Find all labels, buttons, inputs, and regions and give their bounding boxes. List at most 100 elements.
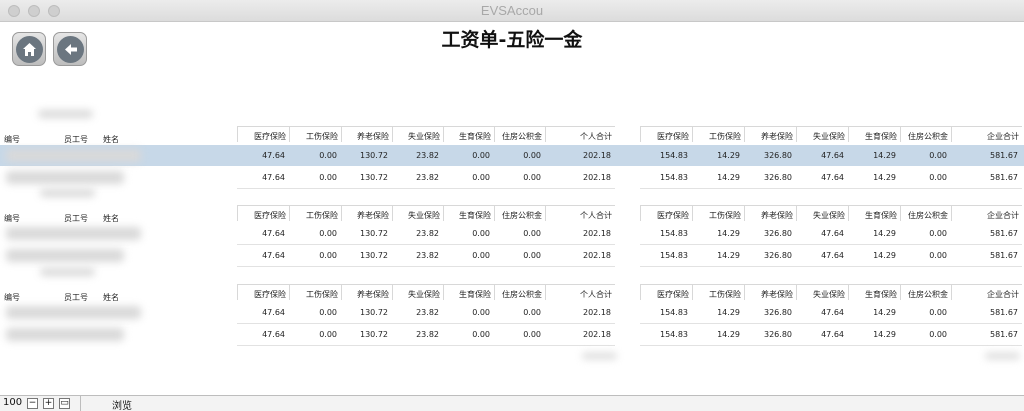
company-value: 14.29 <box>873 308 896 317</box>
row-separator <box>640 188 1022 189</box>
company-value: 14.29 <box>717 173 740 182</box>
table-row[interactable]: 47.64 0.00 130.72 23.82 0.00 0.00 202.18 154.83… <box>0 324 1024 345</box>
row-separator <box>640 345 1022 346</box>
personal-col-header: 养老保险 <box>341 284 392 300</box>
company-col-header: 住房公积金 <box>900 284 951 300</box>
personal-value: 202.18 <box>583 251 611 260</box>
title-bar: EVSAccou <box>0 0 1024 22</box>
company-value: 14.29 <box>717 308 740 317</box>
company-col-header: 养老保险 <box>744 126 796 142</box>
personal-value: 202.18 <box>583 308 611 317</box>
personal-col-header: 工伤保险 <box>289 284 341 300</box>
personal-col-header: 失业保险 <box>392 126 443 142</box>
company-value: 154.83 <box>660 229 688 238</box>
blurred-group-label <box>40 189 95 197</box>
company-value: 581.67 <box>990 151 1018 160</box>
company-value: 0.00 <box>929 251 947 260</box>
personal-value: 202.18 <box>583 173 611 182</box>
personal-value: 130.72 <box>360 173 388 182</box>
toggle-toolbar-button[interactable]: ▭ <box>59 398 70 409</box>
personal-value: 0.00 <box>472 330 490 339</box>
company-col-header: 失业保险 <box>796 284 848 300</box>
personal-value: 130.72 <box>360 251 388 260</box>
company-col-header: 生育保险 <box>848 205 900 221</box>
personal-col-header: 住房公积金 <box>494 126 545 142</box>
personal-value: 0.00 <box>523 330 541 339</box>
personal-value: 202.18 <box>583 330 611 339</box>
company-value: 581.67 <box>990 173 1018 182</box>
mode-label: 浏览 <box>112 401 132 411</box>
personal-value: 130.72 <box>360 229 388 238</box>
company-value: 326.80 <box>764 229 792 238</box>
company-value: 0.00 <box>929 151 947 160</box>
company-value: 0.00 <box>929 330 947 339</box>
company-col-header: 医疗保险 <box>640 205 692 221</box>
personal-col-header: 医疗保险 <box>237 205 289 221</box>
row-separator <box>237 266 615 267</box>
personal-value: 47.64 <box>262 229 285 238</box>
zoom-in-button[interactable]: + <box>43 398 54 409</box>
company-value: 47.64 <box>821 251 844 260</box>
company-value: 0.00 <box>929 229 947 238</box>
company-col-header: 企业合计 <box>951 126 1022 142</box>
personal-col-header: 医疗保险 <box>237 284 289 300</box>
personal-col-header: 住房公积金 <box>494 284 545 300</box>
personal-value: 202.18 <box>583 229 611 238</box>
personal-value: 23.82 <box>416 308 439 317</box>
blurred-employee-info <box>6 171 124 184</box>
header-employee-id: 员工号 <box>64 135 88 144</box>
zoom-out-button[interactable]: − <box>27 398 38 409</box>
personal-col-header: 养老保险 <box>341 126 392 142</box>
page-title: 工资单-五险一金 <box>441 29 583 51</box>
table-row[interactable]: 47.64 0.00 130.72 23.82 0.00 0.00 202.18 154.83… <box>0 145 1024 166</box>
personal-value: 0.00 <box>319 151 337 160</box>
company-col-header: 工伤保险 <box>692 205 744 221</box>
company-value: 0.00 <box>929 173 947 182</box>
personal-value: 130.72 <box>360 151 388 160</box>
company-col-header: 养老保险 <box>744 284 796 300</box>
table-row[interactable]: 47.64 0.00 130.72 23.82 0.00 0.00 202.18 154.83… <box>0 223 1024 244</box>
company-value: 581.67 <box>990 330 1018 339</box>
company-value: 14.29 <box>717 151 740 160</box>
status-divider <box>80 396 81 411</box>
zoom-level: 100 <box>3 397 23 408</box>
blurred-employee-info <box>6 227 141 240</box>
company-value: 14.29 <box>873 173 896 182</box>
personal-value: 202.18 <box>583 151 611 160</box>
personal-value: 47.64 <box>262 173 285 182</box>
table-row[interactable]: 47.64 0.00 130.72 23.82 0.00 0.00 202.18 154.83… <box>0 302 1024 323</box>
company-col-header: 养老保险 <box>744 205 796 221</box>
table-row[interactable]: 47.64 0.00 130.72 23.82 0.00 0.00 202.18 154.83… <box>0 245 1024 266</box>
row-separator <box>237 345 615 346</box>
company-value: 47.64 <box>821 330 844 339</box>
personal-value: 0.00 <box>319 330 337 339</box>
table-row[interactable]: 47.64 0.00 130.72 23.82 0.00 0.00 202.18 154.83… <box>0 167 1024 188</box>
company-col-header: 失业保险 <box>796 126 848 142</box>
company-value: 154.83 <box>660 251 688 260</box>
blurred-employee-info <box>6 149 141 162</box>
company-value: 154.83 <box>660 308 688 317</box>
company-value: 14.29 <box>873 229 896 238</box>
personal-value: 0.00 <box>472 173 490 182</box>
personal-value: 0.00 <box>472 308 490 317</box>
row-separator <box>640 266 1022 267</box>
company-col-header: 医疗保险 <box>640 126 692 142</box>
personal-col-header: 医疗保险 <box>237 126 289 142</box>
personal-value: 47.64 <box>262 151 285 160</box>
header-number: 编号 <box>4 135 20 144</box>
blurred-group-label <box>40 268 95 276</box>
personal-value: 23.82 <box>416 229 439 238</box>
personal-value: 0.00 <box>319 251 337 260</box>
company-value: 326.80 <box>764 308 792 317</box>
personal-value: 0.00 <box>472 151 490 160</box>
company-value: 14.29 <box>873 251 896 260</box>
personal-col-header: 失业保险 <box>392 205 443 221</box>
personal-value: 23.82 <box>416 330 439 339</box>
company-col-header: 医疗保险 <box>640 284 692 300</box>
app-window: EVSAccou 工资单-五险一金 编号 员工号 姓名 医疗保险 工伤保险 养老保险 失业保… <box>0 0 1024 411</box>
personal-col-header: 工伤保险 <box>289 205 341 221</box>
company-value: 581.67 <box>990 251 1018 260</box>
personal-value: 0.00 <box>472 251 490 260</box>
personal-value: 23.82 <box>416 251 439 260</box>
company-value: 581.67 <box>990 229 1018 238</box>
